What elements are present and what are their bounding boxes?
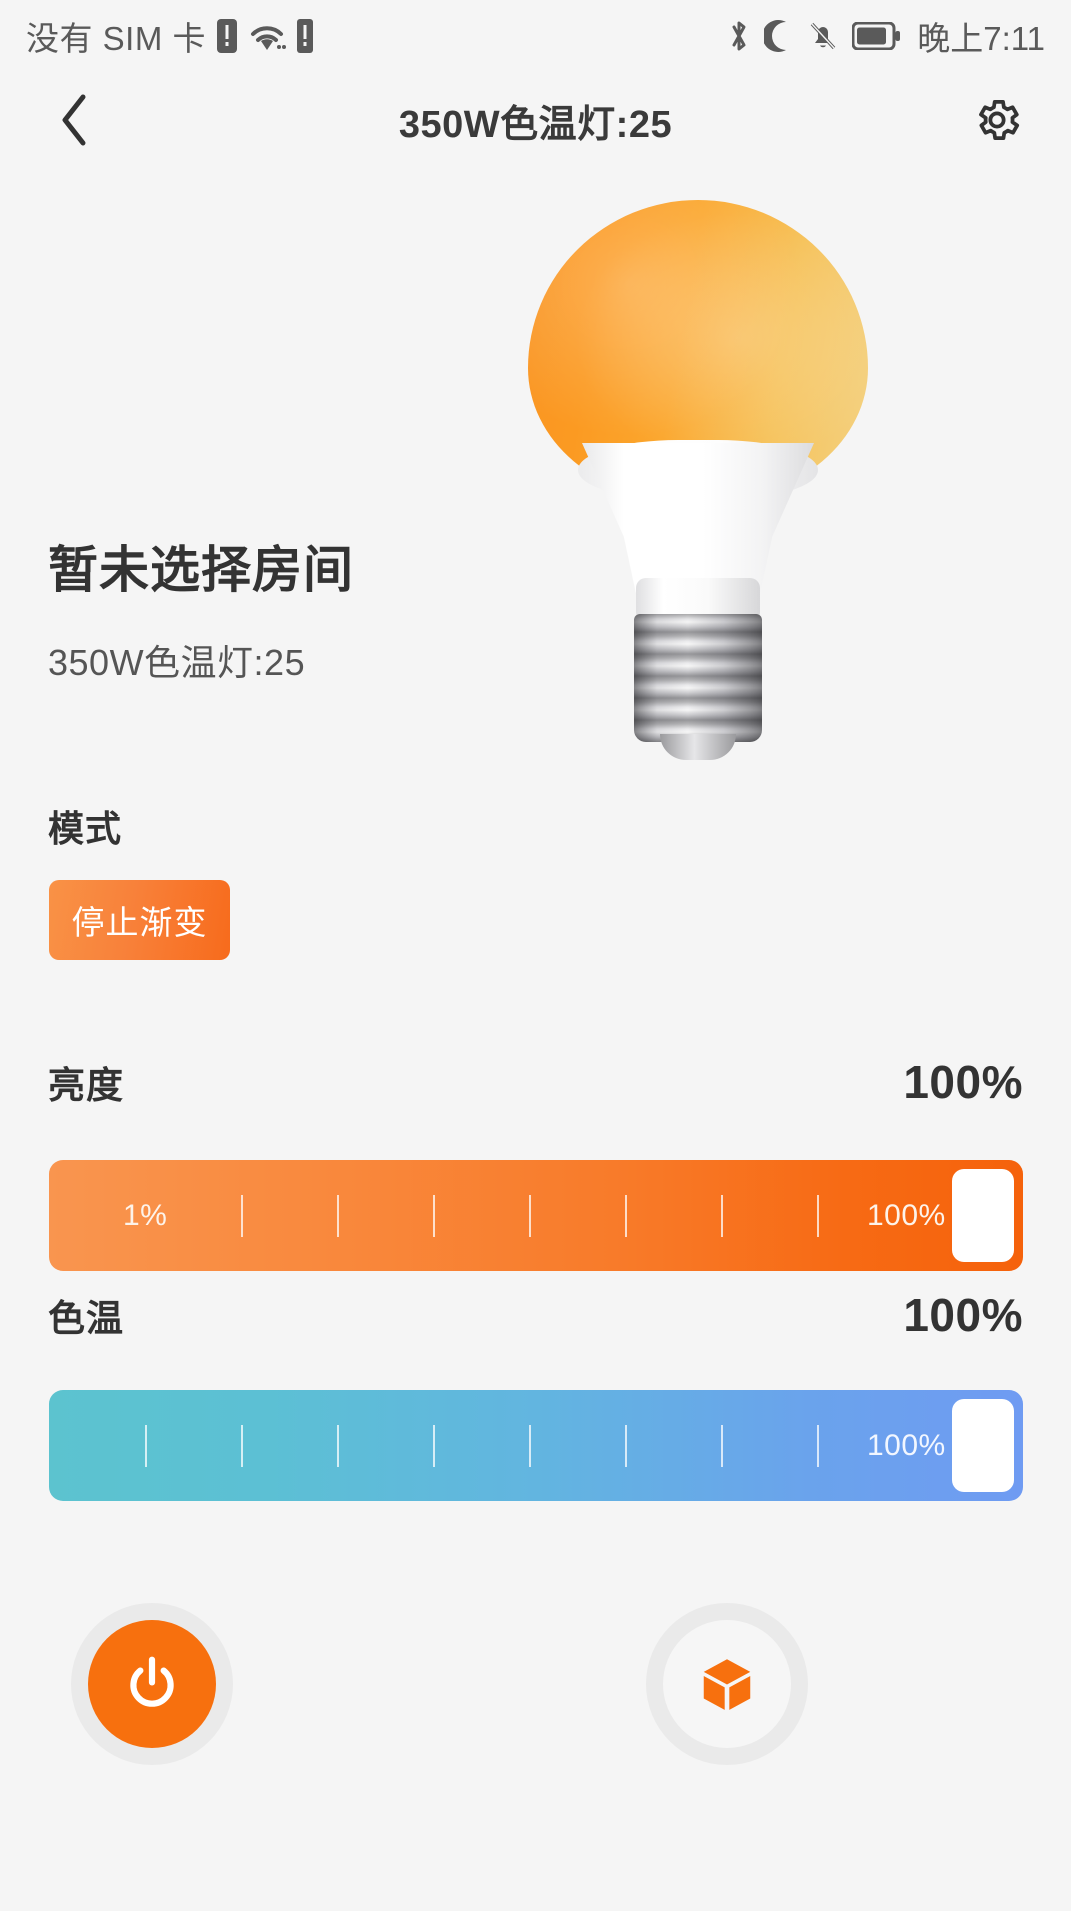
back-button[interactable] <box>44 90 104 150</box>
color-temp-slider[interactable]: 100% <box>49 1390 1023 1501</box>
status-bar-left: 没有 SIM 卡 <box>26 12 314 60</box>
bulb-shoulder <box>578 440 818 500</box>
power-button[interactable] <box>88 1620 216 1748</box>
signal-warning-icon <box>297 19 314 53</box>
device-name-label: 350W色温灯:25 <box>48 642 306 683</box>
bulb-neck <box>582 443 814 623</box>
brightness-max-label: 100% <box>867 1198 946 1232</box>
settings-button[interactable] <box>967 90 1027 150</box>
clock-label: 晚上7:11 <box>917 20 1045 57</box>
brightness-label: 亮度 <box>48 1065 124 1106</box>
mode-section-label: 模式 <box>48 808 123 849</box>
bulb-screw-base <box>634 614 762 742</box>
bulb-skirt <box>636 578 760 628</box>
room-title: 暂未选择房间 <box>48 542 354 598</box>
light-bulb-illustration <box>508 200 928 760</box>
brightness-slider[interactable]: 1% 100% <box>49 1160 1023 1271</box>
color-temp-label: 色温 <box>48 1298 124 1339</box>
brightness-header: 亮度 100% <box>48 1055 1023 1109</box>
power-icon <box>130 1656 174 1707</box>
color-temp-slider-track: 100% <box>49 1390 1023 1501</box>
color-temp-value: 100% <box>903 1289 1023 1341</box>
scene-button[interactable] <box>663 1620 791 1748</box>
chevron-left-icon <box>62 94 86 146</box>
brightness-slider-thumb[interactable] <box>952 1169 1014 1262</box>
brightness-value: 100% <box>903 1056 1023 1108</box>
bluetooth-icon <box>732 21 746 51</box>
moon-icon <box>764 20 787 52</box>
gear-icon <box>979 100 1020 140</box>
battery-icon <box>852 22 901 50</box>
color-temp-max-label: 100% <box>867 1428 946 1462</box>
brightness-min-label: 1% <box>123 1198 168 1232</box>
color-temp-header: 色温 100% <box>48 1288 1023 1342</box>
status-bar-right: 晚上7:11 <box>727 12 1045 60</box>
app-bar: 350W色温灯:25 <box>0 72 1071 168</box>
app-root: 没有 SIM 卡 晚上7:11 350W色温灯:25 暂未选择房间 350W色温… <box>0 0 1071 1911</box>
cube-icon <box>703 1659 751 1710</box>
stop-gradient-button[interactable]: 停止渐变 <box>49 880 230 960</box>
sim-warning-icon <box>217 19 238 53</box>
bell-muted-icon <box>810 22 836 50</box>
page-title: 350W色温灯:25 <box>398 103 673 146</box>
bulb-base-tip <box>660 734 736 760</box>
status-bar: 没有 SIM 卡 晚上7:11 <box>0 0 1071 72</box>
bulb-glass-dome <box>528 200 868 500</box>
color-temp-slider-thumb[interactable] <box>952 1399 1014 1492</box>
carrier-label: 没有 SIM 卡 <box>26 20 207 57</box>
brightness-slider-track: 1% 100% <box>49 1160 1023 1271</box>
wifi-icon <box>251 26 287 50</box>
